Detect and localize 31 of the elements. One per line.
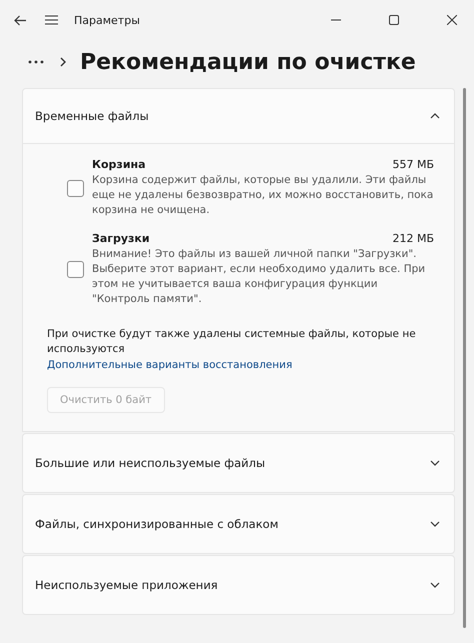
chevron-down-icon [430, 582, 440, 588]
item-description: Корзина содержит файлы, которые вы удалили. Эти файлы еще не удалены безвозвратно, их можно восстановить, пока корзина не очищена. [92, 173, 434, 218]
chevron-down-icon [430, 521, 440, 527]
item-name: Корзина [92, 158, 146, 171]
chevron-up-icon [430, 113, 440, 119]
window-title: Параметры [74, 14, 141, 26]
chevron-down-icon [430, 460, 440, 466]
note-text: При очистке будут также удалены системные файлы, которые не используются [47, 327, 417, 357]
recovery-options-link[interactable]: Дополнительные варианты восстановления [47, 357, 434, 373]
checkbox[interactable] [67, 180, 84, 196]
menu-button[interactable] [43, 13, 60, 27]
back-button[interactable] [12, 12, 29, 28]
item-size: 557 МБ [392, 158, 434, 171]
maximize-icon [389, 15, 399, 25]
scrollbar[interactable] [463, 88, 466, 628]
section-header[interactable]: Большие или неиспользуемые файлы [22, 433, 455, 493]
section-header[interactable]: Временные файлы [22, 88, 455, 144]
more-icon [28, 60, 44, 64]
item-size: 212 МБ [392, 232, 434, 245]
close-icon [447, 15, 457, 25]
menu-icon [45, 15, 58, 25]
page-title: Рекомендации по очистке [80, 50, 416, 74]
item-name: Загрузки [92, 232, 150, 245]
section-header[interactable]: Неиспользуемые приложения [22, 555, 455, 615]
item-description: Внимание! Это файлы из вашей личной папки "Загрузки". Выберите этот вариант, если необходимо удалить все. При этом не учитывается ваша конфигурация функции "Контроль памяти". [92, 247, 426, 307]
chevron-right-icon [60, 57, 66, 67]
back-arrow-icon [14, 14, 27, 26]
more-button[interactable] [26, 58, 46, 66]
checkbox[interactable] [67, 261, 84, 278]
section-header[interactable]: Файлы, синхронизированные с облаком [22, 494, 455, 554]
minimize-icon [331, 19, 341, 21]
